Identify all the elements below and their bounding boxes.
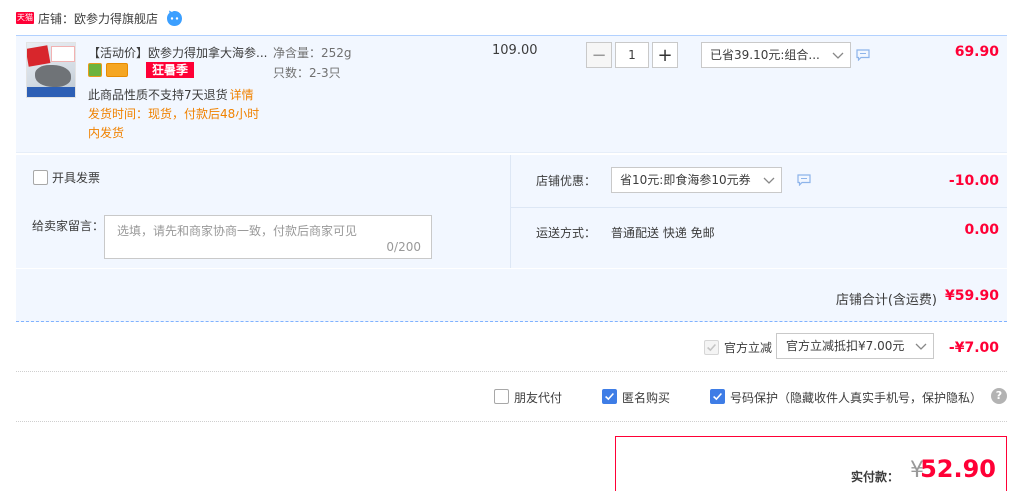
divider xyxy=(510,155,511,268)
friend-pay-checkbox[interactable] xyxy=(494,389,509,404)
card-pay-icon xyxy=(106,63,128,77)
product-title[interactable]: 【活动价】欧参力得加拿大海参... xyxy=(88,44,268,61)
service-icons: 狂暑季 xyxy=(88,62,195,78)
comment-icon[interactable] xyxy=(856,49,870,61)
official-discount-value: 官方立减抵扣¥7.00元 xyxy=(786,339,905,353)
number-protect-checkbox[interactable] xyxy=(710,389,725,404)
guarantee-icon xyxy=(88,63,102,77)
quantity-increase-button[interactable]: + xyxy=(652,42,678,68)
shop-discount-label: 店铺优惠： xyxy=(536,174,597,188)
item-promo-value: 已省39.10元:组合... xyxy=(710,48,820,62)
shop-coupon-value: 省10元:即食海参10元券 xyxy=(620,173,751,187)
store-name[interactable]: 店铺：欧参力得旗舰店 xyxy=(38,10,158,27)
order-item: 【活动价】欧参力得加拿大海参... 狂暑季 此商品性质不支持7天退货 详情 发货时… xyxy=(16,35,1007,153)
quantity-decrease-button[interactable]: − xyxy=(586,42,612,68)
quantity-stepper: − 1 + xyxy=(586,42,678,68)
no-return-notice: 此商品性质不支持7天退货 详情 xyxy=(88,86,254,103)
unit-price: 109.00 xyxy=(492,43,538,58)
shop-subtotal: 店铺合计(含运费) ¥59.90 xyxy=(16,269,1007,322)
promo-tag: 狂暑季 xyxy=(146,62,195,78)
chevron-down-icon xyxy=(832,52,844,59)
no-return-text: 此商品性质不支持7天退货 xyxy=(88,88,228,102)
ship-time: 发货时间：现货，付款后48小时内发货 xyxy=(88,107,260,140)
anonymous-checkbox[interactable] xyxy=(602,389,617,404)
anonymous-label: 匿名购买 xyxy=(622,391,671,405)
message-label: 给卖家留言： xyxy=(32,219,105,233)
official-discount-select[interactable]: 官方立减抵扣¥7.00元 xyxy=(776,333,934,359)
official-discount-checkbox[interactable] xyxy=(704,340,719,355)
item-total: 69.90 xyxy=(954,44,999,60)
shipping-fee: 0.00 xyxy=(964,222,999,238)
chevron-down-icon xyxy=(915,343,927,350)
item-promo-select[interactable]: 已省39.10元:组合... xyxy=(701,42,851,68)
invoice-checkbox[interactable] xyxy=(33,170,48,185)
order-options-row: 朋友代付 匿名购买 号码保护（隐藏收件人真实手机号，保护隐私） ? xyxy=(16,373,1007,422)
chevron-down-icon xyxy=(763,177,775,184)
invoice-label: 开具发票 xyxy=(52,171,101,185)
subtotal-value: ¥59.90 xyxy=(944,288,999,304)
sku-count: 只数：2-3只 xyxy=(273,66,341,80)
shipping-method: 普通配送 快递 免邮 xyxy=(611,226,715,240)
quantity-input[interactable]: 1 xyxy=(615,42,649,68)
detail-link[interactable]: 详情 xyxy=(230,88,254,102)
official-discount-row: 官方立减 官方立减抵扣¥7.00元 -¥7.00 xyxy=(16,324,1007,372)
shop-discount-value: -10.00 xyxy=(948,173,999,189)
payment-label: 实付款： xyxy=(850,470,899,484)
friend-pay-label: 朋友代付 xyxy=(514,391,563,405)
shipping-label: 运送方式： xyxy=(536,226,597,240)
subtotal-label: 店铺合计(含运费) xyxy=(835,293,937,308)
official-discount-amount: -¥7.00 xyxy=(948,340,999,356)
shop-options: 开具发票 给卖家留言： 选填，请先和商家协商一致，付款后商家可见 0/200 店… xyxy=(16,155,1007,268)
product-thumbnail[interactable] xyxy=(26,42,76,98)
sku-weight: 净含量：252g xyxy=(273,46,352,60)
official-discount-label: 官方立减 xyxy=(724,341,773,355)
message-placeholder: 选填，请先和商家协商一致，付款后商家可见 xyxy=(117,224,358,238)
divider xyxy=(511,207,1007,208)
shop-coupon-select[interactable]: 省10元:即食海参10元券 xyxy=(611,167,782,193)
seller-message-input[interactable]: 选填，请先和商家协商一致，付款后商家可见 0/200 xyxy=(104,215,432,259)
payment-summary: 实付款： ¥ 52.90 xyxy=(615,436,1007,491)
tmall-badge: 天猫 xyxy=(16,12,34,24)
comment-icon[interactable] xyxy=(797,174,811,186)
number-protect-label: 号码保护（隐藏收件人真实手机号，保护隐私） xyxy=(730,391,983,405)
wangwang-chat-icon[interactable] xyxy=(166,10,183,27)
store-header: 天猫 店铺：欧参力得旗舰店 xyxy=(16,9,183,27)
help-icon[interactable]: ? xyxy=(991,388,1007,404)
payment-amount: 52.90 xyxy=(920,455,996,483)
message-char-count: 0/200 xyxy=(386,240,421,254)
